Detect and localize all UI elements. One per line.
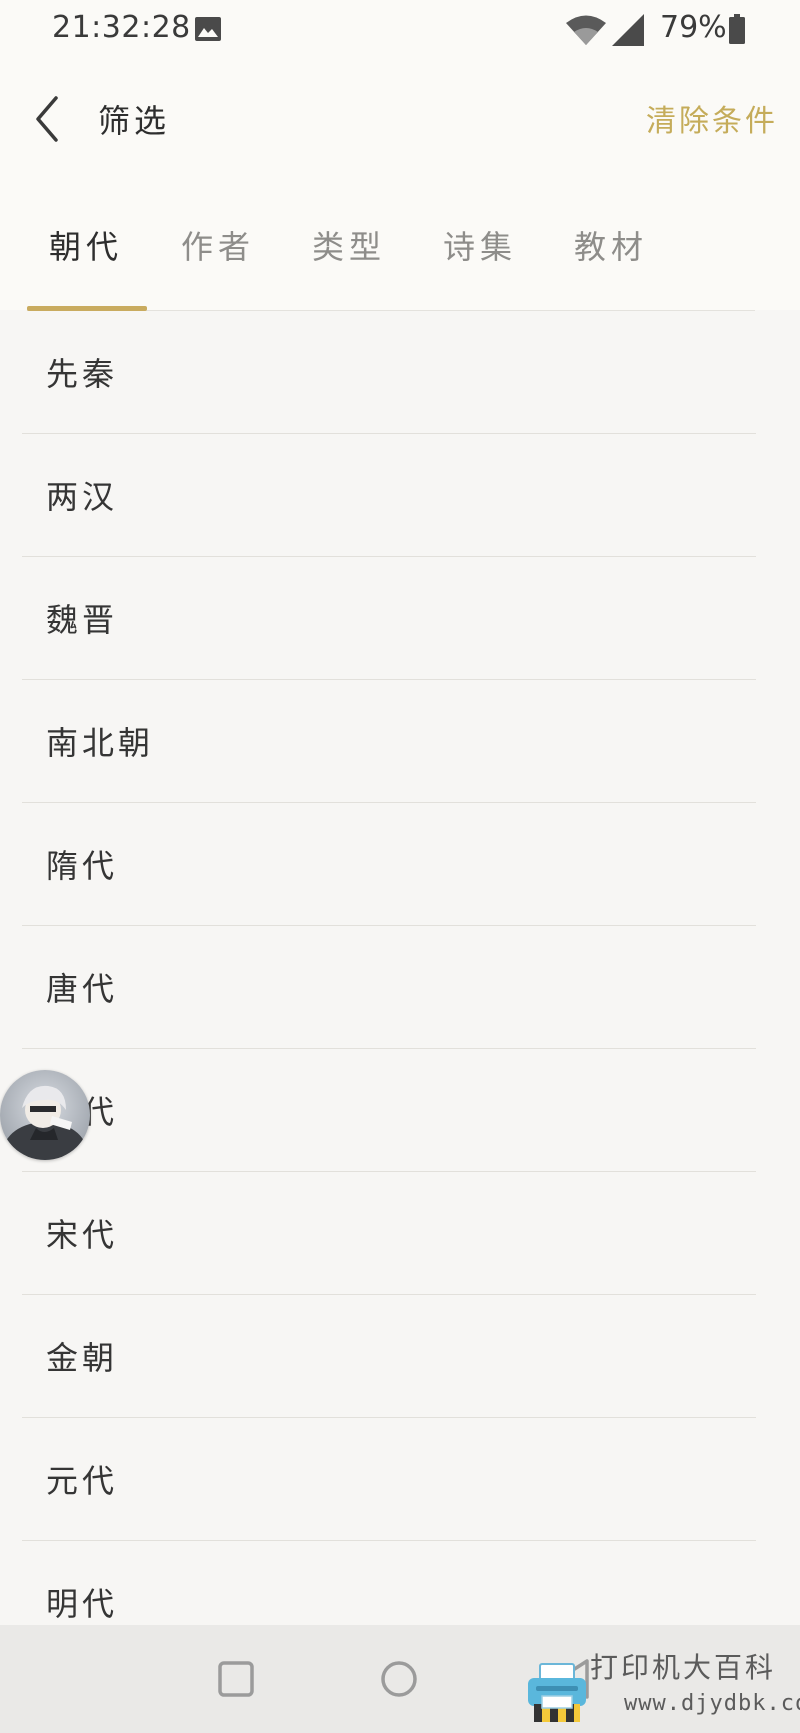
clear-conditions-button[interactable]: 清除条件 xyxy=(646,96,778,140)
home-icon[interactable] xyxy=(380,1660,418,1698)
list-item-jin[interactable]: 金朝 xyxy=(0,1295,800,1418)
cellular-signal-icon xyxy=(612,14,644,46)
list-item-label: 宋代 xyxy=(46,1216,119,1254)
list-item-sui[interactable]: 隋代 xyxy=(0,803,800,926)
tab-type[interactable]: 类型 xyxy=(312,222,386,268)
watermark-url: www.djydbk.com xyxy=(624,1691,800,1716)
list-item-label: 两汉 xyxy=(46,478,119,516)
header: 筛选 清除条件 xyxy=(0,70,800,170)
list-item-song[interactable]: 宋代 xyxy=(0,1172,800,1295)
list-item-southern-northern[interactable]: 南北朝 xyxy=(0,680,800,803)
chevron-left-icon xyxy=(36,96,58,142)
floating-avatar[interactable] xyxy=(0,1070,90,1160)
back-button[interactable] xyxy=(26,88,72,150)
list-item-label: 金朝 xyxy=(46,1339,119,1377)
list-item-label: 魏晋 xyxy=(46,601,119,639)
list-item-label: 南北朝 xyxy=(46,724,155,762)
filter-screen: 21:32:28 79% 筛选 清除条件 朝代 作者 类型 诗集 教材 先秦 两… xyxy=(0,0,800,1733)
list-item-label: 先秦 xyxy=(46,355,119,393)
tab-dynasty[interactable]: 朝代 xyxy=(49,222,123,268)
page-title: 筛选 xyxy=(98,102,171,140)
status-bar: 21:32:28 79% xyxy=(0,0,800,60)
list-item-pre-qin[interactable]: 先秦 xyxy=(0,311,800,434)
list-item-label: 唐代 xyxy=(46,970,119,1008)
list-item-label: 明代 xyxy=(46,1585,119,1623)
wifi-icon xyxy=(566,15,606,45)
printer-logo-icon xyxy=(528,1663,586,1722)
status-time: 21:32:28 xyxy=(52,10,191,45)
category-tabs: 朝代 作者 类型 诗集 教材 xyxy=(27,200,755,311)
list-item-han[interactable]: 两汉 xyxy=(0,434,800,557)
dynasty-list: 先秦 两汉 魏晋 南北朝 隋代 唐代 代 宋代 金朝 元代 明代 xyxy=(0,311,800,1664)
watermark: 打印机大百科 www.djydbk.com xyxy=(524,1640,800,1733)
tab-collection[interactable]: 诗集 xyxy=(443,222,517,268)
list-item-tang[interactable]: 唐代 xyxy=(0,926,800,1049)
list-item-label: 元代 xyxy=(46,1462,119,1500)
avatar-image xyxy=(0,1070,90,1160)
list-item-label: 隋代 xyxy=(46,847,119,885)
list-item-yuan[interactable]: 元代 xyxy=(0,1418,800,1541)
battery-percent: 79% xyxy=(660,10,727,45)
photo-icon xyxy=(195,17,221,41)
watermark-text: 打印机大百科 xyxy=(590,1651,777,1684)
battery-icon xyxy=(729,14,745,44)
list-item-partially-hidden[interactable]: 代 xyxy=(0,1049,800,1172)
list-item-wei-jin[interactable]: 魏晋 xyxy=(0,557,800,680)
recent-apps-icon[interactable] xyxy=(218,1661,254,1697)
tab-textbook[interactable]: 教材 xyxy=(574,222,648,268)
tab-author[interactable]: 作者 xyxy=(181,222,255,268)
